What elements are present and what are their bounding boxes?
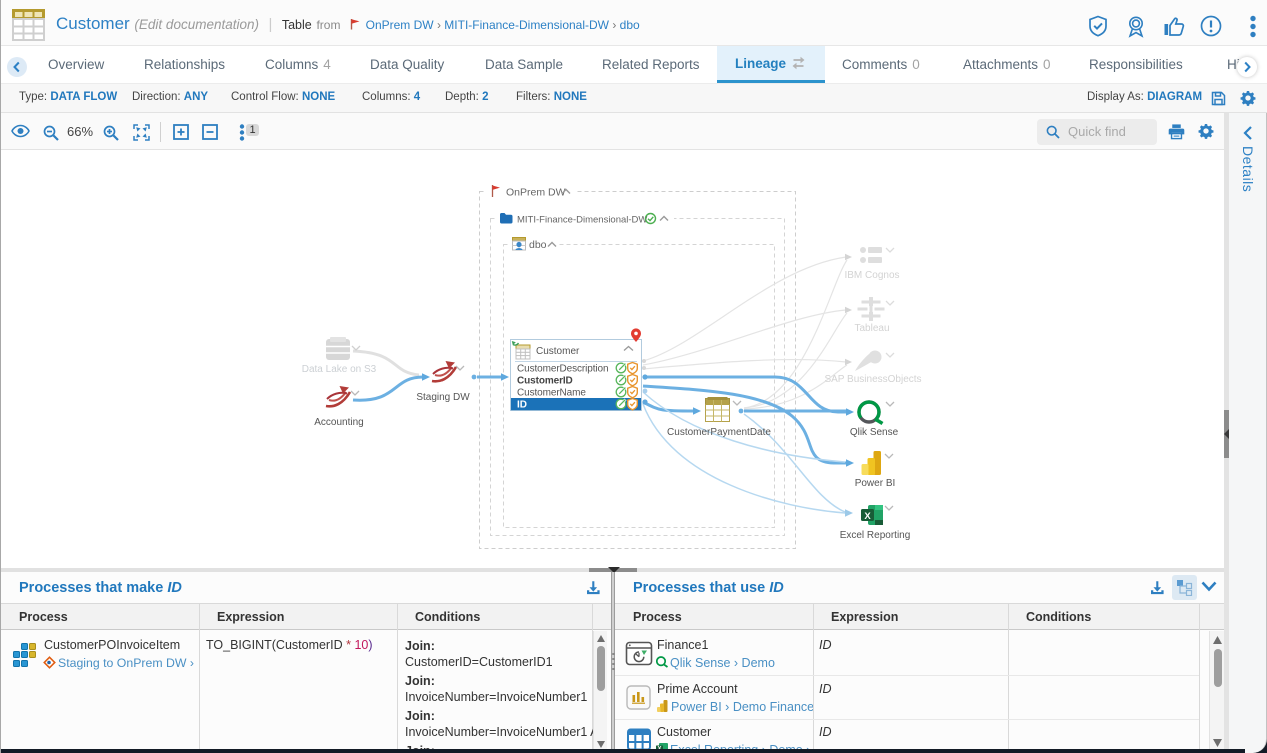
svg-text:MITI-Finance-Dimensional-DW: MITI-Finance-Dimensional-DW [517, 215, 647, 226]
svg-text:Accounting: Accounting [314, 417, 363, 428]
svg-text:Excel Reporting: Excel Reporting [840, 530, 911, 541]
svg-text:Customer: Customer [536, 346, 580, 357]
svg-text:CustomerName: CustomerName [517, 388, 586, 399]
svg-text:CustomerID: CustomerID [517, 376, 573, 387]
svg-text:Data Lake on S3: Data Lake on S3 [302, 364, 377, 375]
svg-text:Tableau: Tableau [854, 323, 889, 334]
svg-text:CustomerDescription: CustomerDescription [517, 364, 608, 375]
svg-text:Power BI: Power BI [855, 478, 896, 489]
svg-text:Staging DW: Staging DW [416, 392, 470, 403]
svg-text:ID: ID [517, 400, 527, 411]
svg-text:Qlik Sense: Qlik Sense [850, 427, 899, 438]
svg-text:dbo: dbo [529, 239, 547, 251]
svg-text:OnPrem DW: OnPrem DW [506, 187, 566, 199]
svg-text:CustomerPaymentDate: CustomerPaymentDate [667, 427, 771, 438]
svg-text:IBM Cognos: IBM Cognos [844, 270, 899, 281]
svg-text:X: X [864, 511, 871, 522]
svg-text:SAP BusinessObjects: SAP BusinessObjects [824, 374, 921, 385]
